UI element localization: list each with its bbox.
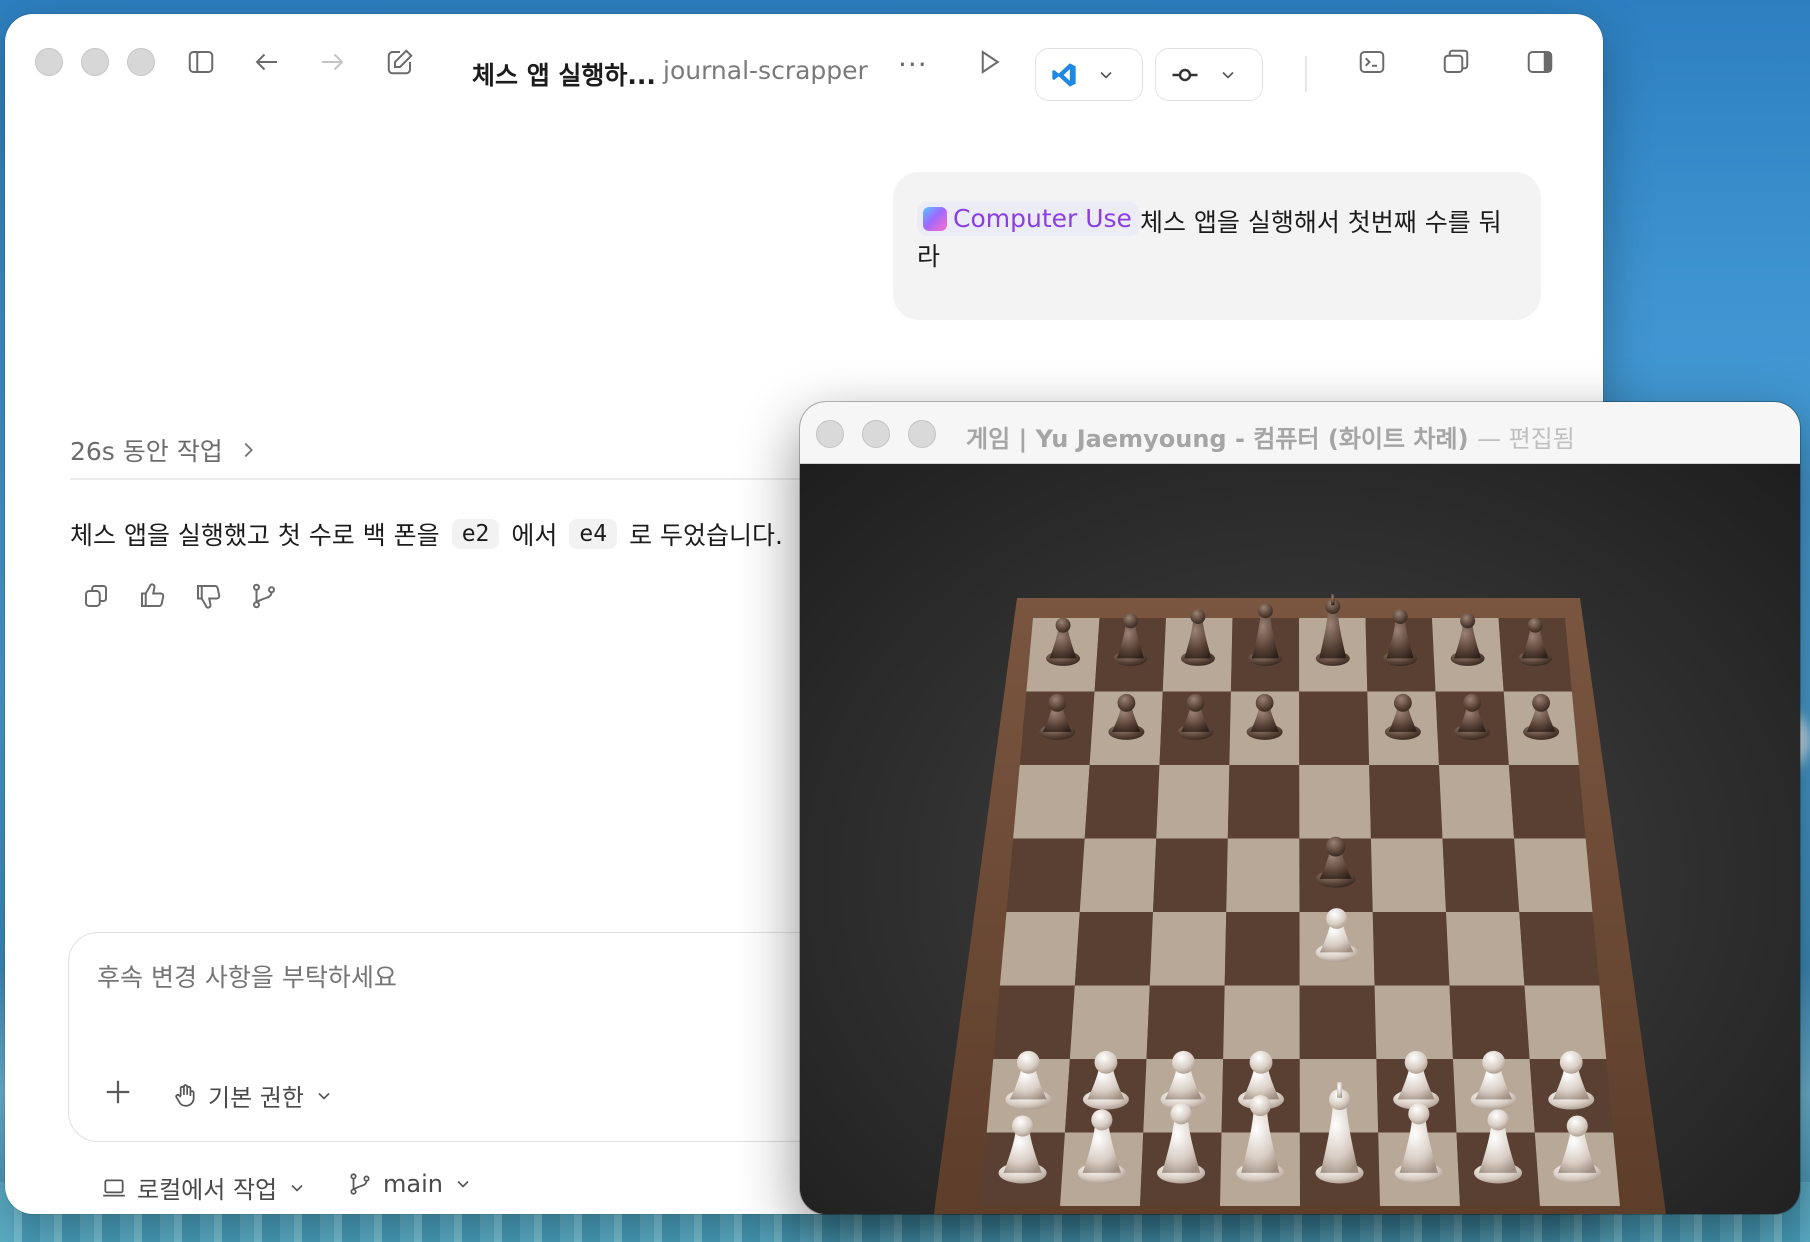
git-branch-icon [350, 1173, 370, 1195]
copy-window-icon[interactable] [1438, 44, 1474, 80]
chevron-right-icon [244, 442, 253, 458]
inline-code: e2 [451, 519, 500, 549]
vscode-icon [1052, 62, 1076, 87]
permission-label: 기본 권한 [208, 1084, 304, 1112]
chessboard-render[interactable] [800, 464, 1800, 1214]
user-message-bubble: Computer Use 체스 앱을 실행해서 첫번째 수를 둬라 [893, 172, 1541, 320]
location-dropdown[interactable]: 로컬에서 작업 [101, 1170, 307, 1205]
board-square[interactable] [1299, 691, 1370, 766]
work-summary-text: 26s 동안 작업 [70, 437, 223, 466]
terminal-icon[interactable] [1354, 44, 1390, 80]
board-square[interactable] [1149, 912, 1227, 986]
board-square[interactable] [1374, 985, 1453, 1060]
board-square[interactable] [1069, 985, 1150, 1060]
computer-use-chip[interactable]: Computer Use [917, 202, 1140, 236]
chevron-down-icon [457, 1180, 469, 1188]
chess-3d-view[interactable] [800, 464, 1800, 1214]
answer-text: 에서 [511, 521, 558, 550]
git-commit-icon [1172, 68, 1198, 81]
sidebar-toggle-icon[interactable] [183, 44, 219, 80]
board-square[interactable] [999, 912, 1080, 986]
board-square[interactable] [1370, 838, 1446, 913]
new-chat-edit-icon[interactable] [382, 44, 418, 80]
chevron-down-icon [1100, 71, 1112, 79]
permission-dropdown[interactable]: 기본 권한 [172, 1078, 334, 1113]
project-name[interactable]: journal-scrapper [663, 56, 868, 85]
divider [70, 478, 830, 480]
computer-use-label: Computer Use [953, 204, 1132, 233]
chess-zoom-button[interactable] [908, 420, 936, 448]
chess-edited-label: — 편집됨 [1476, 425, 1575, 453]
board-square[interactable] [1446, 912, 1525, 986]
computer-use-icon [923, 207, 947, 231]
toolbar-divider [1305, 56, 1307, 92]
board-square[interactable] [1369, 765, 1443, 839]
chess-window: 게임 | Yu Jaemyoung - 컴퓨터 (화이트 차례) — 편집됨 [800, 402, 1800, 1214]
board-square[interactable] [1299, 765, 1371, 839]
branch-dropdown[interactable]: main [347, 1170, 473, 1198]
chess-close-button[interactable] [816, 420, 844, 448]
chevron-down-icon [318, 1092, 330, 1100]
run-play-icon[interactable] [971, 44, 1007, 80]
assistant-answer: 체스 앱을 실행했고 첫 수로 백 폰을 e2 에서 e4 로 두었습니다. [70, 516, 783, 552]
board-square[interactable] [1226, 838, 1300, 913]
add-attachment-icon[interactable] [103, 1077, 133, 1107]
chevron-down-icon [291, 1184, 303, 1192]
chess-window-title: 게임 | Yu Jaemyoung - 컴퓨터 (화이트 차례) — 편집됨 [966, 419, 1575, 454]
thumbs-down-icon[interactable] [193, 581, 223, 611]
zoom-window-button[interactable] [127, 48, 155, 76]
copy-icon[interactable] [81, 581, 111, 611]
commit-dropdown[interactable] [1155, 48, 1263, 101]
board-square[interactable] [993, 985, 1075, 1060]
board-square[interactable] [1223, 985, 1300, 1060]
follow-up-input[interactable] [97, 963, 797, 992]
right-panel-toggle-icon[interactable] [1522, 44, 1558, 80]
board-square[interactable] [1084, 765, 1160, 839]
thumbs-up-icon[interactable] [137, 581, 167, 611]
message-actions [81, 581, 279, 611]
board-square[interactable] [1372, 912, 1450, 986]
board-square[interactable] [1227, 765, 1300, 839]
board-square[interactable] [1074, 912, 1153, 986]
chess-minimize-button[interactable] [862, 420, 890, 448]
more-options-icon[interactable]: ··· [898, 48, 928, 81]
chevron-down-icon [1222, 71, 1234, 79]
branch-fork-icon[interactable] [249, 581, 279, 611]
board-square[interactable] [1013, 765, 1090, 839]
chess-title-text: 게임 | Yu Jaemyoung - 컴퓨터 (화이트 차례) [966, 425, 1469, 453]
close-window-button[interactable] [35, 48, 63, 76]
work-summary-toggle[interactable]: 26s 동안 작업 [70, 432, 259, 468]
back-arrow-icon[interactable] [249, 44, 285, 80]
location-label: 로컬에서 작업 [137, 1176, 278, 1204]
hand-icon [175, 1083, 195, 1107]
branch-label: main [383, 1170, 443, 1198]
board-square[interactable] [1508, 765, 1586, 839]
board-square[interactable] [1449, 985, 1530, 1060]
laptop-icon [103, 1179, 125, 1196]
titlebar: 체스 앱 실행하... journal-scrapper ··· [5, 14, 1603, 109]
open-in-editor-dropdown[interactable] [1035, 48, 1143, 101]
chess-titlebar: 게임 | Yu Jaemyoung - 컴퓨터 (화이트 차례) — 편집됨 [800, 402, 1800, 464]
answer-text: 로 두었습니다. [629, 521, 784, 550]
board-square[interactable] [1524, 985, 1607, 1060]
board-square[interactable] [1519, 912, 1600, 986]
board-square[interactable] [1079, 838, 1157, 913]
chat-title[interactable]: 체스 앱 실행하... [472, 56, 656, 92]
inline-code: e4 [569, 519, 618, 549]
board-square[interactable] [1439, 765, 1515, 839]
forward-arrow-icon[interactable] [314, 44, 350, 80]
board-square[interactable] [1224, 912, 1300, 986]
board-square[interactable] [1153, 838, 1228, 913]
answer-text: 체스 앱을 실행했고 첫 수로 백 폰을 [70, 521, 440, 550]
minimize-window-button[interactable] [81, 48, 109, 76]
board-square[interactable] [1146, 985, 1225, 1060]
board-square[interactable] [1299, 985, 1377, 1060]
board-square[interactable] [1442, 838, 1520, 913]
board-square[interactable] [1006, 838, 1085, 913]
board-squares [980, 618, 1620, 1206]
board-square[interactable] [1514, 838, 1593, 913]
board-square[interactable] [1156, 765, 1230, 839]
